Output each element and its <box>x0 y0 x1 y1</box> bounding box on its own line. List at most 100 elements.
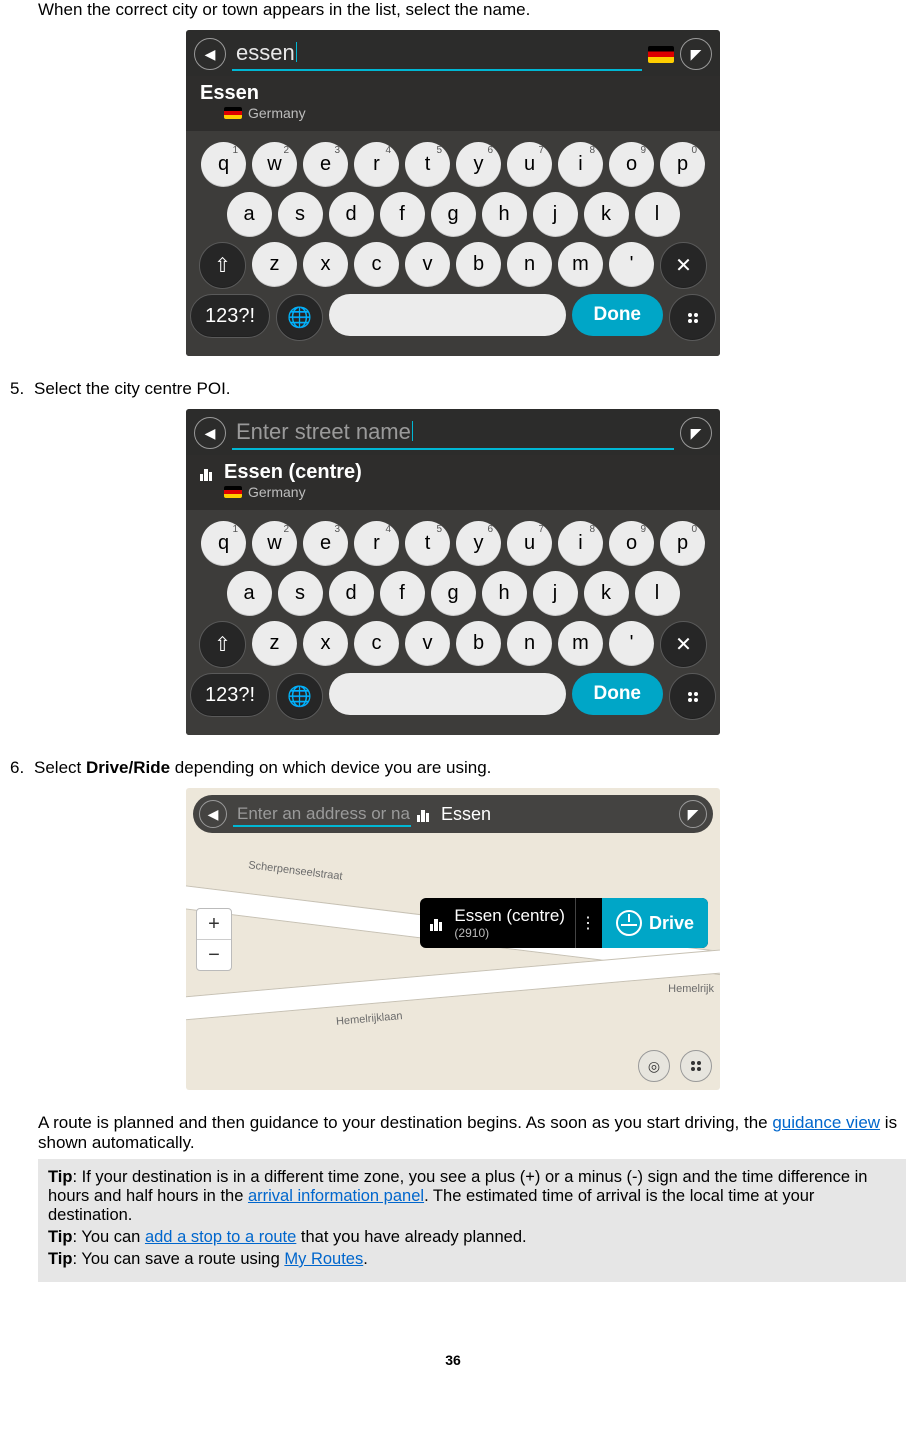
search-input[interactable]: essen <box>232 37 642 71</box>
mode-key[interactable]: 123?! <box>190 294 270 338</box>
key-k[interactable]: k <box>584 571 629 616</box>
result-info[interactable]: Essen (centre) (2910) <box>420 898 575 948</box>
key-g[interactable]: g <box>431 571 476 616</box>
spacebar-key[interactable] <box>329 294 565 336</box>
flag-germany-icon <box>224 107 242 119</box>
suggestion-subtitle: Germany <box>248 484 306 500</box>
key-q[interactable]: q1 <box>201 521 246 566</box>
key-z[interactable]: z <box>252 621 297 666</box>
globe-key[interactable]: 🌐 <box>276 294 323 341</box>
key-r[interactable]: r4 <box>354 142 399 187</box>
my-routes-link[interactable]: My Routes <box>284 1250 363 1268</box>
key-h[interactable]: h <box>482 571 527 616</box>
key-d[interactable]: d <box>329 571 374 616</box>
key-f[interactable]: f <box>380 192 425 237</box>
road-label: Hemelrijklaan <box>336 1010 403 1028</box>
drive-button[interactable]: Drive <box>602 898 708 948</box>
back-icon[interactable]: ◀ <box>194 417 226 449</box>
key-a[interactable]: a <box>227 192 272 237</box>
zoom-out-button[interactable]: − <box>197 940 231 970</box>
city-icon <box>417 806 433 822</box>
on-screen-keyboard: q1w2e3r4t5y6u7i8o9p0 asdfghjkl ⇧ zxcvbnm… <box>186 131 720 356</box>
recenter-icon[interactable]: ◎ <box>638 1050 670 1082</box>
guidance-view-link[interactable]: guidance view <box>772 1113 880 1132</box>
route-planned-paragraph: A route is planned and then guidance to … <box>38 1113 906 1153</box>
result-subtitle: (2910) <box>454 926 565 940</box>
key-v[interactable]: v <box>405 242 450 287</box>
key-m[interactable]: m <box>558 621 603 666</box>
key-apostrophe[interactable]: ' <box>609 621 654 666</box>
menu-dots-key[interactable] <box>669 673 716 720</box>
key-p[interactable]: p0 <box>660 142 705 187</box>
key-e[interactable]: e3 <box>303 521 348 566</box>
flag-germany-icon[interactable] <box>648 46 674 63</box>
search-suggestion[interactable]: Essen (centre) Germany <box>186 455 720 510</box>
done-button[interactable]: Done <box>572 673 664 715</box>
key-o[interactable]: o9 <box>609 521 654 566</box>
key-n[interactable]: n <box>507 242 552 287</box>
key-b[interactable]: b <box>456 242 501 287</box>
key-y[interactable]: y6 <box>456 142 501 187</box>
key-c[interactable]: c <box>354 242 399 287</box>
nav-arrow-icon[interactable]: ◤ <box>680 417 712 449</box>
search-suggestion[interactable]: Essen Germany <box>186 76 720 131</box>
key-v[interactable]: v <box>405 621 450 666</box>
key-y[interactable]: y6 <box>456 521 501 566</box>
key-z[interactable]: z <box>252 242 297 287</box>
key-h[interactable]: h <box>482 192 527 237</box>
back-icon[interactable]: ◀ <box>199 800 227 828</box>
key-u[interactable]: u7 <box>507 521 552 566</box>
key-f[interactable]: f <box>380 571 425 616</box>
back-icon[interactable]: ◀ <box>194 38 226 70</box>
key-e[interactable]: e3 <box>303 142 348 187</box>
mode-key[interactable]: 123?! <box>190 673 270 717</box>
spacebar-key[interactable] <box>329 673 565 715</box>
nav-arrow-icon[interactable]: ◤ <box>679 800 707 828</box>
nav-arrow-icon[interactable]: ◤ <box>680 38 712 70</box>
key-j[interactable]: j <box>533 571 578 616</box>
key-apostrophe[interactable]: ' <box>609 242 654 287</box>
key-x[interactable]: x <box>303 242 348 287</box>
done-button[interactable]: Done <box>572 294 664 336</box>
key-t[interactable]: t5 <box>405 521 450 566</box>
menu-dots-key[interactable] <box>669 294 716 341</box>
key-x[interactable]: x <box>303 621 348 666</box>
key-i[interactable]: i8 <box>558 521 603 566</box>
backspace-key[interactable]: ✕ <box>660 242 707 289</box>
search-input[interactable]: Enter street name <box>232 416 674 450</box>
backspace-key[interactable]: ✕ <box>660 621 707 668</box>
map-road <box>186 944 720 1022</box>
key-a[interactable]: a <box>227 571 272 616</box>
key-n[interactable]: n <box>507 621 552 666</box>
key-j[interactable]: j <box>533 192 578 237</box>
key-r[interactable]: r4 <box>354 521 399 566</box>
key-o[interactable]: o9 <box>609 142 654 187</box>
key-p[interactable]: p0 <box>660 521 705 566</box>
search-input[interactable]: Enter an address or nam <box>233 802 411 827</box>
key-i[interactable]: i8 <box>558 142 603 187</box>
shift-key[interactable]: ⇧ <box>199 621 246 668</box>
key-b[interactable]: b <box>456 621 501 666</box>
key-s[interactable]: s <box>278 192 323 237</box>
key-t[interactable]: t5 <box>405 142 450 187</box>
zoom-in-button[interactable]: + <box>197 909 231 940</box>
more-menu-icon[interactable]: ⋮ <box>575 898 602 948</box>
shift-key[interactable]: ⇧ <box>199 242 246 289</box>
globe-key[interactable]: 🌐 <box>276 673 323 720</box>
key-w[interactable]: w2 <box>252 521 297 566</box>
key-k[interactable]: k <box>584 192 629 237</box>
screenshot-1: ◀ essen ◤ Essen Germany q1w2e3r4t5y6u7i8… <box>0 30 906 361</box>
key-q[interactable]: q1 <box>201 142 246 187</box>
key-g[interactable]: g <box>431 192 476 237</box>
key-s[interactable]: s <box>278 571 323 616</box>
key-c[interactable]: c <box>354 621 399 666</box>
key-d[interactable]: d <box>329 192 374 237</box>
key-w[interactable]: w2 <box>252 142 297 187</box>
menu-dots-icon[interactable] <box>680 1050 712 1082</box>
key-l[interactable]: l <box>635 571 680 616</box>
arrival-info-panel-link[interactable]: arrival information panel <box>248 1187 424 1205</box>
key-u[interactable]: u7 <box>507 142 552 187</box>
key-m[interactable]: m <box>558 242 603 287</box>
key-l[interactable]: l <box>635 192 680 237</box>
add-stop-link[interactable]: add a stop to a route <box>145 1228 296 1246</box>
